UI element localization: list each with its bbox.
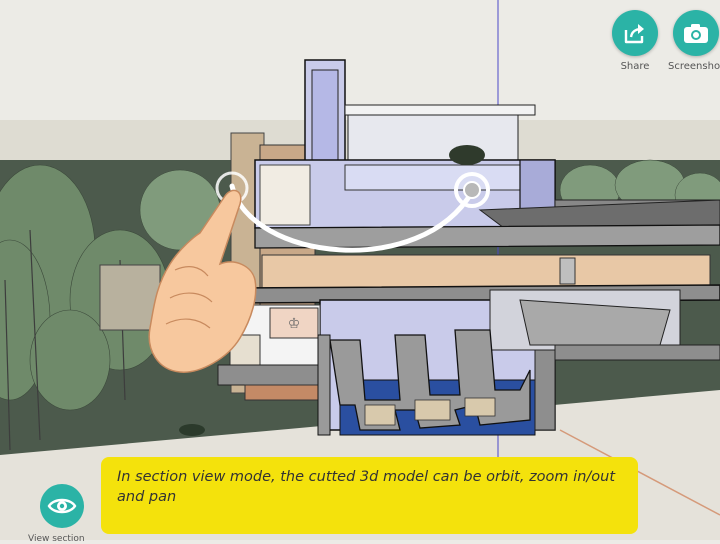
hand-gesture-icon <box>148 189 257 373</box>
eye-icon <box>47 498 77 514</box>
share-icon <box>624 24 644 44</box>
camera-icon <box>684 24 708 43</box>
svg-text:♔: ♔ <box>288 316 301 332</box>
screenshot-button[interactable] <box>673 10 719 56</box>
share-button[interactable] <box>612 10 658 56</box>
instruction-caption: In section view mode, the cutted 3d mode… <box>101 457 638 534</box>
view-section-button[interactable] <box>40 484 84 528</box>
share-label: Share <box>620 61 650 72</box>
screenshot-label: Screenshot <box>668 61 720 72</box>
view-section-label: View section <box>28 534 85 544</box>
